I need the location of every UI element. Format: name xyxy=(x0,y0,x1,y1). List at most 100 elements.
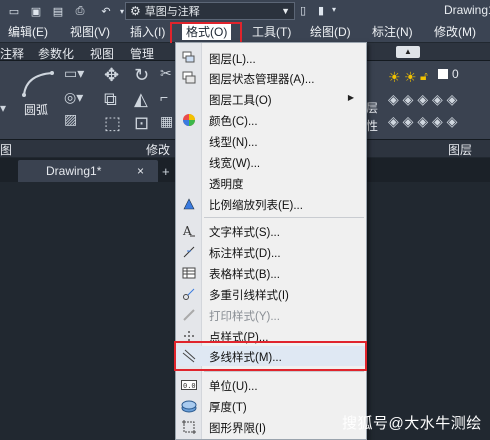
rectangle-icon[interactable]: ▭▾ xyxy=(64,65,84,82)
layer-side-label: 层 xyxy=(366,101,379,115)
menu-item-layer[interactable]: 图层(L)... xyxy=(176,48,366,68)
menu-item-drawing-limits[interactable]: 图形界限(I) xyxy=(176,417,366,437)
panel-layers-label[interactable]: 图层 xyxy=(448,141,472,158)
fillet-icon[interactable]: ⌐ xyxy=(160,89,168,105)
menu-item-label: 比例缩放列表(E)... xyxy=(209,200,303,212)
menu-item-label: 多重引线样式(I) xyxy=(209,290,289,302)
tab-parametric[interactable]: 参数化 xyxy=(38,45,74,62)
plot-style-icon xyxy=(180,307,198,323)
doc-tab-label: Drawing1* xyxy=(46,164,102,178)
layer-tools-icon-row2[interactable]: ◈ ◈ ◈ ◈ ◈ xyxy=(388,113,457,130)
menu-draw[interactable]: 绘图(D) xyxy=(310,24,351,40)
save-icon[interactable]: ▣ xyxy=(28,3,44,19)
layer-icon xyxy=(180,50,198,66)
menu-item-label: 图形界限(I) xyxy=(209,423,266,435)
device-icon[interactable]: ▮ xyxy=(318,4,324,17)
sun-icon[interactable]: ☀ xyxy=(404,69,417,86)
menu-item-label: 图层工具(O) xyxy=(209,95,272,107)
panel-draw-label[interactable]: 图 xyxy=(0,141,12,158)
undo-icon[interactable]: ↶ xyxy=(98,3,114,19)
workspace-label: 草图与注释 xyxy=(144,6,200,18)
gear-icon: ⚙ xyxy=(130,4,141,18)
workspace-selector[interactable]: ⚙ 草图与注释 ▼ xyxy=(125,2,295,20)
menu-item-transparency[interactable]: 透明度 xyxy=(176,173,366,193)
menu-item-label: 图层状态管理器(A)... xyxy=(209,74,315,86)
arc-icon[interactable] xyxy=(20,69,56,99)
menu-item-scale-list[interactable]: 比例缩放列表(E)... xyxy=(176,194,366,214)
menu-dimension[interactable]: 标注(N) xyxy=(372,24,413,40)
format-dropdown-menu: 图层(L)... 图层状态管理器(A)... 图层工具(O) ▶ 颜色(C)..… xyxy=(175,42,367,440)
menu-view[interactable]: 视图(V) xyxy=(70,24,110,40)
menu-item-label: 表格样式(B)... xyxy=(209,269,280,281)
menu-item-label: 透明度 xyxy=(209,179,244,191)
qat-dropdown-icon[interactable]: ▾ xyxy=(332,5,336,14)
menu-item-linetype[interactable]: 线型(N)... xyxy=(176,131,366,151)
menu-item-text-style[interactable]: A 文字样式(S)... xyxy=(176,221,366,241)
menu-item-label: 单位(U)... xyxy=(209,381,258,393)
region-icon[interactable]: ▨ xyxy=(64,111,77,128)
array-icon[interactable]: ▦ xyxy=(160,113,173,130)
lightbulb-icon[interactable]: ☀ xyxy=(388,69,401,86)
tab-drawing1[interactable]: Drawing1* × xyxy=(18,160,158,182)
menu-item-thickness[interactable]: 厚度(T) xyxy=(176,396,366,416)
menu-item-units[interactable]: 0.0 单位(U)... xyxy=(176,375,366,395)
svg-text:0.0: 0.0 xyxy=(183,382,196,390)
color-wheel-icon xyxy=(180,112,198,128)
scale-list-icon xyxy=(180,196,198,212)
close-icon[interactable]: × xyxy=(137,160,144,182)
menu-separator xyxy=(204,217,364,218)
mirror-icon[interactable]: ◭ xyxy=(134,89,148,110)
menu-tools[interactable]: 工具(T) xyxy=(252,24,291,40)
menu-edit[interactable]: 编辑(E) xyxy=(8,24,48,40)
menu-item-layer-state-manager[interactable]: 图层状态管理器(A)... xyxy=(176,68,366,88)
tab-view[interactable]: 视图 xyxy=(90,45,114,62)
menu-item-dim-style[interactable]: 标注样式(D)... xyxy=(176,242,366,262)
menu-item-mleader-style[interactable]: 多重引线样式(I) xyxy=(176,284,366,304)
limits-icon xyxy=(180,419,198,435)
rotate-icon[interactable]: ↻ xyxy=(134,65,149,86)
mline-style-highlight-box xyxy=(174,341,367,371)
menu-item-plot-style: 打印样式(Y)... xyxy=(176,305,366,325)
ribbon-minimize-icon[interactable]: ▲ xyxy=(396,46,420,58)
menu-item-label: 线型(N)... xyxy=(209,137,258,149)
chevron-down-icon: ▼ xyxy=(281,6,290,16)
copy-icon[interactable]: ⧉ xyxy=(104,89,117,110)
menu-item-label: 线宽(W)... xyxy=(209,158,261,170)
panel-modify-label[interactable]: 修改 xyxy=(146,141,170,158)
hatch-icon[interactable]: ◎▾ xyxy=(64,89,83,106)
folder-open-icon[interactable]: ▭ xyxy=(6,3,22,19)
layer-state-icon xyxy=(180,70,198,86)
move-icon[interactable]: ✥ xyxy=(104,65,119,86)
menu-item-layer-tools[interactable]: 图层工具(O) ▶ xyxy=(176,89,366,109)
lock-icon[interactable]: 🔓︎ xyxy=(420,69,428,84)
text-style-icon: A xyxy=(180,223,198,239)
menu-bar: 编辑(E) 视图(V) 插入(I) 格式(O) 工具(T) 绘图(D) 标注(N… xyxy=(0,22,490,42)
save-as-icon[interactable]: ▤ xyxy=(50,3,66,19)
table-style-icon xyxy=(180,265,198,281)
ribbon-left-icon[interactable]: ▾ xyxy=(0,101,6,115)
share-icon[interactable]: ▯ xyxy=(300,4,306,17)
trim-icon[interactable]: ✂ xyxy=(160,65,172,82)
layer-tools-icon-row1[interactable]: ◈ ◈ ◈ ◈ ◈ xyxy=(388,91,457,108)
units-icon: 0.0 xyxy=(180,377,198,393)
current-layer-name[interactable]: 0 xyxy=(452,67,459,81)
submenu-arrow-icon: ▶ xyxy=(347,93,354,102)
tab-manage[interactable]: 管理 xyxy=(130,45,154,62)
arc-label: 圆弧 xyxy=(24,103,49,117)
menu-item-label: 颜色(C)... xyxy=(209,116,258,128)
plot-icon[interactable]: ⎙ xyxy=(72,3,88,19)
watermark: 搜狐号@大水牛测绘 xyxy=(342,415,482,432)
menu-insert[interactable]: 插入(I) xyxy=(130,24,165,40)
mleader-style-icon xyxy=(180,286,198,302)
menu-item-table-style[interactable]: 表格样式(B)... xyxy=(176,263,366,283)
thickness-icon xyxy=(180,398,198,414)
stretch-icon[interactable]: ⬚ xyxy=(104,113,121,134)
tab-annotate[interactable]: 注释 xyxy=(0,45,24,62)
menu-item-lineweight[interactable]: 线宽(W)... xyxy=(176,152,366,172)
scale-icon[interactable]: ⊡ xyxy=(134,113,149,134)
new-tab-icon[interactable]: + xyxy=(162,164,170,179)
menu-item-label: 图层(L)... xyxy=(209,54,256,66)
menu-item-color[interactable]: 颜色(C)... xyxy=(176,110,366,130)
menu-item-label: 厚度(T) xyxy=(209,402,247,414)
menu-modify[interactable]: 修改(M) xyxy=(434,24,476,40)
